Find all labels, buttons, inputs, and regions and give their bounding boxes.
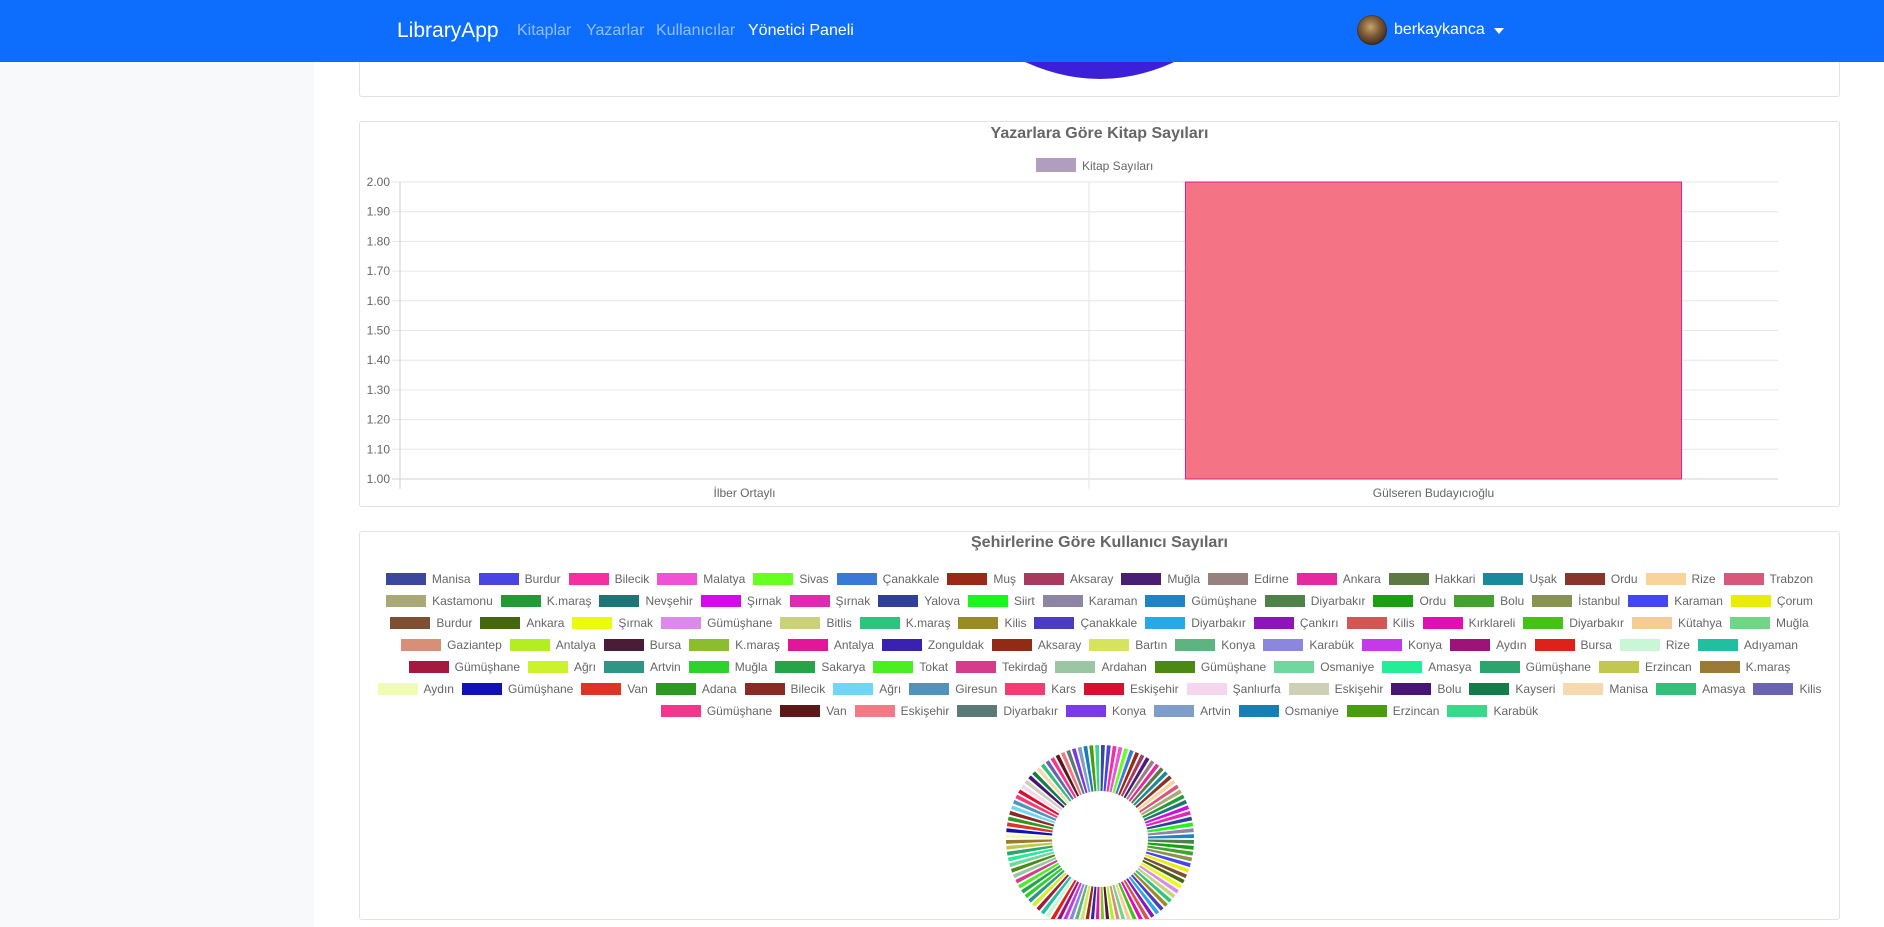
caret-down-icon — [1493, 27, 1504, 34]
bar-chart: Kitap Sayıları 1.00 1.10 1.20 1.30 1.40 1.50 1… — [367, 158, 1778, 500]
bar-1 — [1184, 181, 1683, 480]
y-tick-label: 1.70 — [367, 264, 391, 278]
doughnut-chart-card: Şehirlerine Göre Kullanıcı Sayıları Mani… — [359, 531, 1840, 920]
legend-label-kitap-sayilari: Kitap Sayıları — [1082, 159, 1153, 173]
y-tick-label: 1.40 — [367, 353, 391, 367]
brand-logo[interactable]: LibraryApp — [397, 19, 499, 43]
bar-chart-card: Yazarlara Göre Kitap Sayıları Kitap Sayı… — [359, 121, 1840, 507]
x-tick-label: Gülseren Budayıcıoğlu — [1373, 486, 1494, 500]
user-menu-toggle[interactable]: berkaykanca — [1357, 15, 1504, 45]
y-tick-label: 1.10 — [367, 442, 391, 456]
nav-link-kitaplar[interactable]: Kitaplar — [517, 22, 571, 40]
x-tick-label: İlber Ortaylı — [713, 486, 775, 500]
doughnut-chart — [1006, 745, 1194, 919]
y-tick-label: 2.00 — [367, 175, 391, 189]
nav-link-kullanicilar[interactable]: Kullanıcılar — [656, 22, 735, 40]
y-tick-label: 1.00 — [367, 472, 391, 486]
y-tick-label: 1.60 — [367, 294, 391, 308]
nav-link-yonetici-paneli[interactable]: Yönetici Paneli — [748, 22, 854, 40]
navbar: LibraryApp Kitaplar Yazarlar Kullanıcıla… — [0, 0, 1884, 62]
legend-swatch-kitap-sayilari — [1036, 158, 1076, 172]
user-avatar — [1357, 15, 1387, 45]
y-tick-label: 1.90 — [367, 205, 391, 219]
nav-link-yazarlar[interactable]: Yazarlar — [586, 22, 644, 40]
y-tick-label: 1.20 — [367, 413, 391, 427]
username: berkaykanca — [1394, 21, 1485, 38]
y-tick-label: 1.30 — [367, 383, 391, 397]
y-tick-label: 1.80 — [367, 234, 391, 248]
y-tick-label: 1.50 — [367, 324, 391, 338]
sidebar — [0, 62, 314, 927]
